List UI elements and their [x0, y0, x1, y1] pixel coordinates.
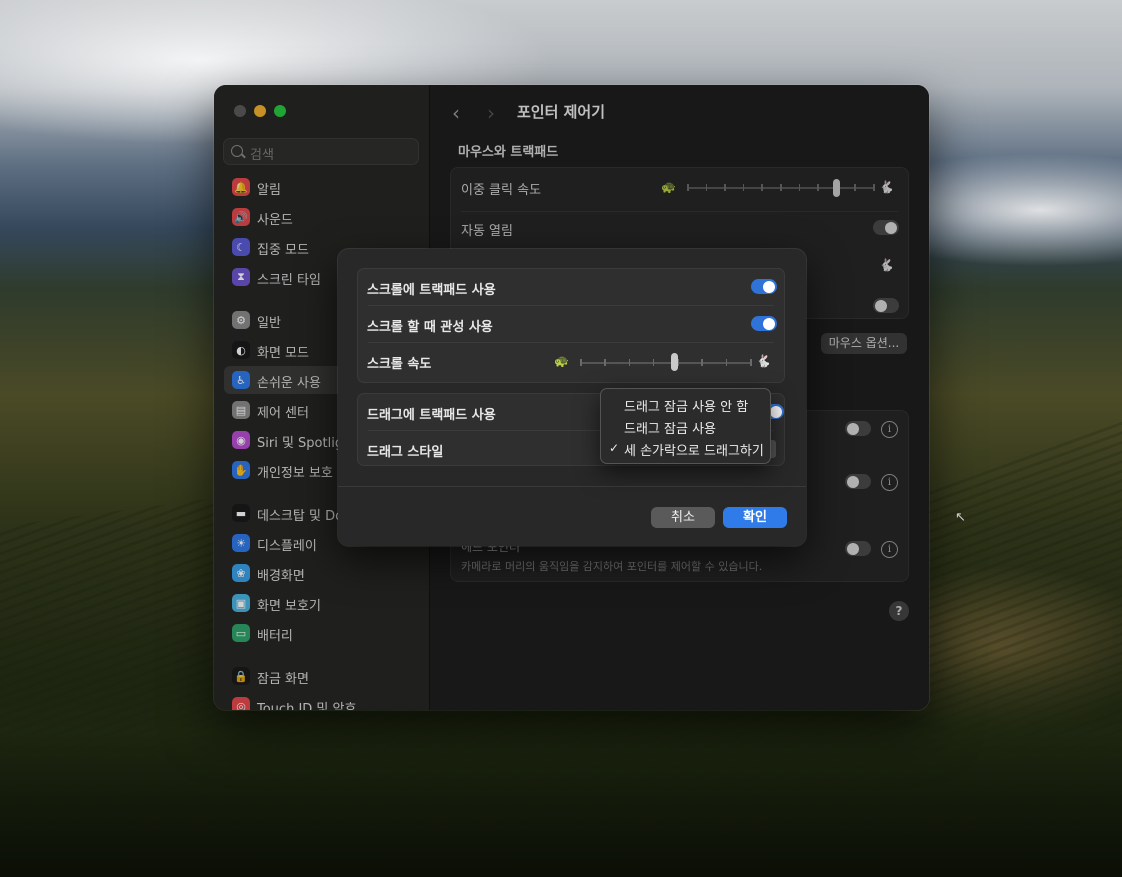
slider-tick [604, 359, 606, 366]
scroll-speed-thumb[interactable] [670, 353, 678, 371]
row-divider [368, 305, 774, 306]
slider-tick [725, 359, 728, 366]
scroll-trackpad-label: 스크롤에 트랙패드 사용 [367, 283, 496, 298]
drag-trackpad-label: 드래그에 트랙패드 사용 [367, 408, 496, 423]
slider-tick [750, 359, 752, 366]
scroll-inertia-label: 스크롤 할 때 관성 사용 [367, 320, 493, 335]
cancel-button[interactable]: 취소 [651, 507, 715, 528]
scroll-speed-label: 스크롤 속도 [367, 357, 432, 372]
slider-tick [652, 359, 655, 366]
checkmark-icon: ✓ [609, 441, 620, 455]
scroll-group: 스크롤에 트랙패드 사용 스크롤 할 때 관성 사용 스크롤 속도 🐢 🐇 [357, 268, 785, 383]
scroll-inertia-toggle[interactable] [751, 316, 777, 331]
sheet-footer-divider [338, 486, 806, 487]
slider-tick [628, 359, 631, 366]
slider-tick [701, 359, 703, 366]
slider-tick [580, 359, 582, 366]
menu-item-drag-lock[interactable]: 드래그 잠금 사용 [624, 418, 716, 437]
menu-item-no-drag-lock[interactable]: 드래그 잠금 사용 안 함 [624, 396, 748, 415]
ok-button[interactable]: 확인 [723, 507, 787, 528]
row-divider [368, 342, 774, 343]
scroll-trackpad-toggle[interactable] [751, 279, 777, 294]
drag-style-menu: 드래그 잠금 사용 안 함 드래그 잠금 사용 ✓ 세 손가락으로 드래그하기 [600, 388, 771, 464]
rabbit-icon: 🐇 [756, 354, 771, 368]
drag-style-label: 드래그 스타일 [367, 445, 444, 460]
mouse-cursor-icon: ↖ [955, 510, 966, 525]
turtle-icon: 🐢 [554, 354, 569, 368]
menu-item-three-finger-drag[interactable]: 세 손가락으로 드래그하기 [624, 440, 764, 459]
